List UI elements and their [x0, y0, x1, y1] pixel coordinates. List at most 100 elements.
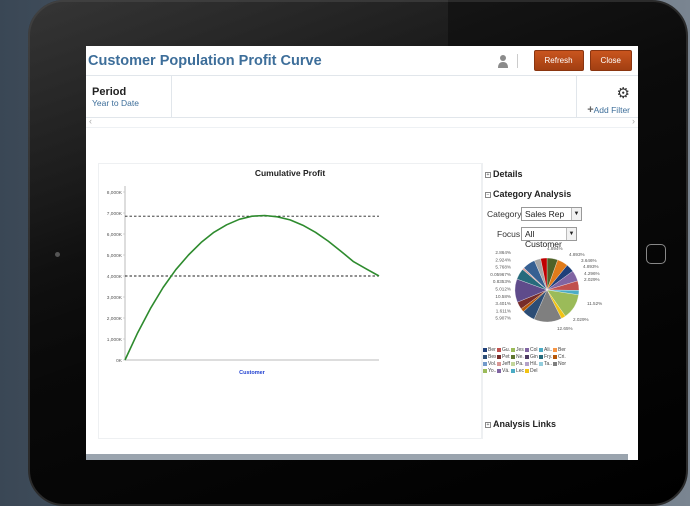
legend-label: Pet... — [502, 353, 510, 360]
pie-label: 2.864% — [495, 250, 511, 255]
screen-underbar — [86, 454, 628, 460]
dropdown-arrow-icon: ▼ — [571, 208, 581, 220]
legend-label: Lec... — [516, 367, 524, 374]
legend-swatch — [497, 354, 501, 359]
legend-swatch — [525, 347, 529, 352]
legend-item[interactable]: Hil... — [525, 360, 538, 367]
legend-label: Pa... — [516, 360, 524, 367]
legend-swatch — [539, 361, 543, 366]
legend-item[interactable]: Ber... — [553, 346, 566, 353]
filter-actions: ⚙ +Add Filter — [576, 76, 634, 118]
legend-label: None — [558, 360, 566, 367]
legend-label: Fry... — [544, 353, 552, 360]
legend-swatch — [483, 361, 487, 366]
legend-item[interactable]: Vol... — [483, 360, 496, 367]
legend-swatch — [483, 368, 487, 373]
legend-item[interactable]: Jeff... — [497, 360, 510, 367]
legend-swatch — [553, 361, 557, 366]
details-section-header[interactable]: + Details — [485, 169, 523, 179]
category-pie-chart: 2.864% 2.924% 5.768% 0.05967% 0.8353% 5.012% 1… — [490, 246, 602, 331]
page-title: Customer Population Profit Curve — [88, 52, 322, 69]
legend-label: Cri... — [558, 353, 566, 360]
legend-item[interactable]: Cri... — [553, 353, 566, 360]
legend-item[interactable]: Bes... — [483, 353, 496, 360]
legend-item[interactable]: Gu... — [497, 346, 510, 353]
y-tick-label: 0K — [116, 358, 123, 364]
category-select[interactable]: Sales Rep ▼ — [521, 207, 582, 221]
legend-item[interactable]: Lec... — [511, 367, 524, 374]
category-analysis-header[interactable]: − Category Analysis — [485, 189, 571, 199]
legend-item[interactable]: Ne... — [511, 353, 524, 360]
legend-label: Vol... — [488, 360, 496, 367]
y-tick-label: 1,000K — [107, 337, 123, 343]
legend-item[interactable]: Ali... — [539, 346, 552, 353]
legend-swatch — [497, 368, 501, 373]
legend-item[interactable]: Pet... — [497, 353, 510, 360]
y-tick-label: 7,000K — [107, 211, 123, 217]
legend-item[interactable]: Gin... — [525, 353, 538, 360]
y-tick-label: 3,000K — [107, 295, 123, 301]
legend-swatch — [525, 361, 529, 366]
pie-label: 11.52% — [587, 301, 602, 306]
chevron-left-icon[interactable]: ‹ — [89, 116, 92, 126]
legend-swatch — [483, 347, 487, 352]
analysis-links-header[interactable]: + Analysis Links — [485, 419, 556, 429]
filter-bar: Period Year to Date ⚙ +Add Filter — [86, 76, 638, 118]
legend-item[interactable]: Fry... — [539, 353, 552, 360]
legend-row: Yo... Vá... Lec... Del... — [483, 367, 627, 374]
expand-icon: + — [485, 172, 491, 178]
profit-chart-panel: Cumulative Profit 0K 1,000K 2,000K 3,000K 4,… — [98, 163, 482, 439]
legend-item[interactable]: Vá... — [497, 367, 510, 374]
pie-label: 12.65% — [557, 326, 573, 331]
camera-icon — [55, 252, 60, 257]
legend-label: Ne... — [516, 353, 524, 360]
legend-label: Jes... — [516, 346, 524, 353]
app-screen: Customer Population Profit Curve Refresh… — [86, 46, 638, 460]
legend-item[interactable]: Ber... — [483, 346, 496, 353]
legend-row: Ber... Gu... Jes... Col... Ali... Ber... — [483, 346, 627, 353]
x-axis-label: Customer — [239, 370, 266, 376]
legend-swatch — [553, 354, 557, 359]
legend-item[interactable]: Col... — [525, 346, 538, 353]
pie-label: 5.768% — [495, 265, 511, 270]
pie-label: 2.029% — [584, 277, 600, 282]
pie-label: 4.894% — [547, 246, 563, 251]
legend-swatch — [539, 347, 543, 352]
legend-item[interactable]: None — [553, 360, 566, 367]
home-button[interactable] — [646, 244, 666, 264]
pie-label: 1.611% — [496, 308, 511, 313]
legend-label: Hil... — [530, 360, 538, 367]
header-divider — [516, 53, 518, 68]
legend-item[interactable]: Yo... — [483, 367, 496, 374]
legend-item[interactable]: Jes... — [511, 346, 524, 353]
legend-item[interactable]: Pa... — [511, 360, 524, 367]
gear-icon[interactable]: ⚙ — [617, 84, 630, 102]
legend-item[interactable]: Ta... — [539, 360, 552, 367]
legend-label: Gu... — [502, 346, 510, 353]
add-filter-link[interactable]: +Add Filter — [587, 104, 630, 116]
legend-swatch — [511, 361, 515, 366]
close-button[interactable]: Close — [589, 50, 632, 71]
legend-label: Ali... — [544, 346, 552, 353]
legend-swatch — [525, 354, 529, 359]
y-tick-label: 2,000K — [107, 316, 123, 322]
period-filter[interactable]: Period Year to Date — [86, 76, 172, 117]
pie-label: 3.646% — [581, 258, 597, 263]
main-content: Cumulative Profit 0K 1,000K 2,000K 3,000K 4,… — [86, 129, 638, 460]
legend-label: Gin... — [530, 353, 538, 360]
pie-label: 3.401% — [495, 301, 511, 306]
y-tick-label: 5,000K — [107, 253, 123, 259]
focus-select[interactable]: All Customer ▼ — [521, 227, 577, 249]
pie-label: 4.296% — [584, 271, 600, 276]
category-analysis-label: Category Analysis — [493, 189, 572, 199]
analysis-links-label: Analysis Links — [493, 419, 557, 429]
chevron-right-icon[interactable]: › — [632, 116, 635, 126]
legend-row: Vol... Jeff... Pa... Hil... Ta... None — [483, 360, 627, 367]
refresh-button[interactable]: Refresh — [533, 50, 584, 71]
user-icon[interactable] — [497, 54, 509, 68]
pie-label: 4.893% — [569, 252, 585, 257]
legend-label: Vá... — [502, 367, 510, 374]
legend-swatch — [483, 354, 487, 359]
legend-item[interactable]: Del... — [525, 367, 538, 374]
period-value[interactable]: Year to Date — [92, 98, 171, 108]
